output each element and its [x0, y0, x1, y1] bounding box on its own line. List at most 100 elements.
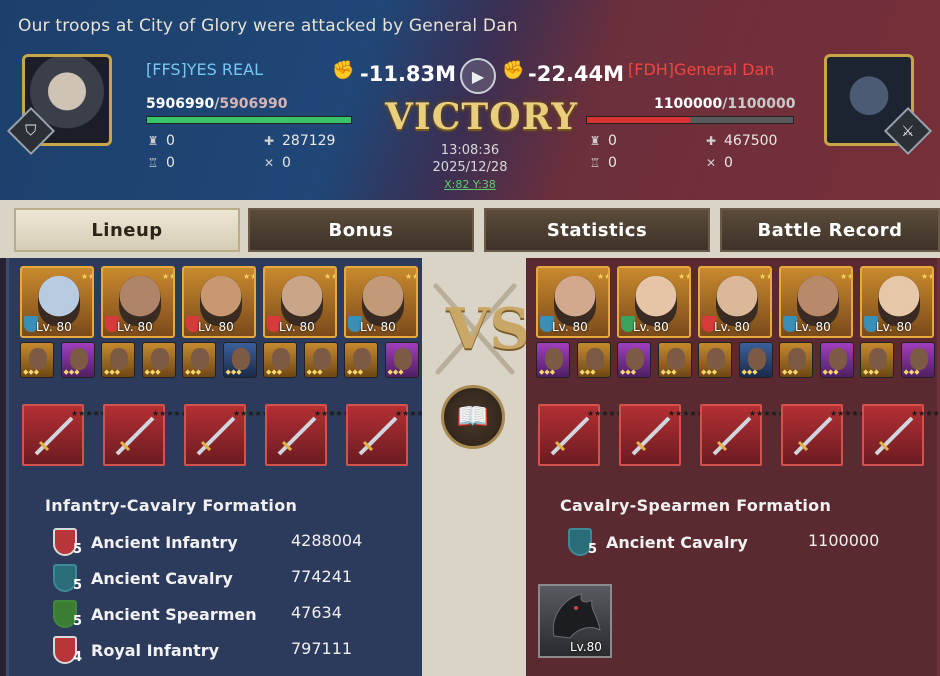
star-rating-icon: ◆◆◆	[225, 368, 242, 376]
battle-coords-link[interactable]: X:82 Y:38	[420, 178, 520, 191]
star-rating-icon: ◆◆◆	[822, 368, 839, 376]
defender-hp-bar	[586, 116, 794, 124]
star-rating-icon: ★★★★★	[395, 409, 431, 418]
equipment-slot[interactable]: ★★★★★	[862, 404, 940, 466]
troop-tier: 5	[588, 542, 598, 557]
hero-card[interactable]: ★★★★★ Lv. 80	[101, 266, 175, 338]
hero-card[interactable]: ★★★★★ Lv. 80	[698, 266, 772, 338]
weapon-icon	[550, 416, 590, 456]
mini-portrait	[231, 348, 250, 370]
defender-hp-current: 1100000	[654, 96, 723, 112]
tab-battle-record[interactable]: Battle Record	[720, 208, 940, 252]
equipment-slot[interactable]: ★★★★★	[619, 404, 704, 466]
equipment-slot[interactable]: ★★★★★	[184, 404, 269, 466]
troop-count: 797111	[291, 639, 353, 658]
helmet-icon: ♜	[589, 134, 601, 148]
troop-tier: 5	[73, 542, 83, 557]
hero-card[interactable]: ★★★★★ Lv. 80	[536, 266, 610, 338]
star-rating-icon: ★★★★★	[668, 409, 704, 418]
hero-card[interactable]: ★★★★★ Lv. 80	[182, 266, 256, 338]
hero-level: Lv. 80	[279, 320, 315, 334]
weapon-icon	[358, 416, 398, 456]
star-rating-icon: ★★★★★	[162, 272, 175, 281]
equipment-slot[interactable]: ★★★★★	[346, 404, 431, 466]
tab-lineup[interactable]: Lineup	[14, 208, 240, 252]
hero-level: Lv. 80	[198, 320, 234, 334]
equipment-slot[interactable]: ★★★★★	[781, 404, 866, 466]
star-rating-icon: ◆◆◆	[387, 368, 404, 376]
defender-formation: Cavalry-Spearmen Formation	[560, 496, 832, 515]
tab-bonus[interactable]: Bonus	[248, 208, 474, 252]
battle-report: Our troops at City of Glory were attacke…	[0, 0, 940, 676]
skill-hero-icon[interactable]: ◆◆◆	[141, 342, 176, 378]
tower-icon: ♖	[147, 156, 159, 170]
weapon-icon	[712, 416, 752, 456]
skill-hero-icon[interactable]: ◆◆◆	[60, 342, 95, 378]
skill-hero-icon[interactable]: ◆◆◆	[20, 342, 54, 378]
star-rating-icon: ◆◆◆	[347, 368, 364, 376]
skill-hero-icon[interactable]: ◆◆◆	[384, 342, 419, 378]
skill-hero-icon[interactable]: ◆◆◆	[344, 342, 378, 378]
play-replay-button[interactable]: ▶	[460, 58, 496, 94]
battle-time: 13:08:36	[440, 143, 500, 158]
troop-name: Ancient Spearmen	[91, 605, 257, 624]
skill-hero-icon[interactable]: ◆◆◆	[860, 342, 894, 378]
attacker-name[interactable]: [FFS]YES REAL	[146, 60, 263, 79]
star-rating-icon: ◆◆◆	[104, 368, 121, 376]
skill-hero-icon[interactable]: ◆◆◆	[779, 342, 813, 378]
hero-card[interactable]: ★★★★★ Lv. 80	[617, 266, 691, 338]
defender-name[interactable]: [FDH]General Dan	[628, 60, 774, 79]
star-rating-icon: ◆◆◆	[782, 368, 799, 376]
equipment-slot[interactable]: ★★★★★	[700, 404, 785, 466]
star-rating-icon: ★★★★★	[152, 409, 188, 418]
hero-portrait	[878, 276, 920, 326]
weapon-icon	[34, 416, 74, 456]
hero-level: Lv. 80	[714, 320, 750, 334]
star-rating-icon: ★★★★★	[749, 409, 785, 418]
hero-card[interactable]: ★★★★★ Lv. 80	[344, 266, 418, 338]
hero-card[interactable]: ★★★★★ Lv. 80	[860, 266, 934, 338]
skill-hero-icon[interactable]: ◆◆◆	[900, 342, 935, 378]
attacker-stat-tower: ♖ 0	[147, 155, 175, 171]
battle-header: Our troops at City of Glory were attacke…	[0, 0, 940, 200]
hero-portrait	[554, 276, 596, 326]
star-rating-icon: ★★★★★	[81, 272, 94, 281]
star-rating-icon: ◆◆◆	[863, 368, 880, 376]
hero-card[interactable]: ★★★★★ Lv. 80	[20, 266, 94, 338]
hero-level: Lv. 80	[36, 320, 72, 334]
power-fist-icon: ✊	[332, 60, 355, 81]
troop-count: 774241	[291, 567, 353, 586]
skill-hero-icon[interactable]: ◆◆◆	[263, 342, 297, 378]
skill-hero-icon[interactable]: ◆◆◆	[536, 342, 570, 378]
skill-hero-icon[interactable]: ◆◆◆	[182, 342, 216, 378]
skill-hero-icon[interactable]: ◆◆◆	[576, 342, 611, 378]
battle-analysis-book-button[interactable]: 📖	[441, 385, 505, 449]
star-rating-icon: ◆◆◆	[185, 368, 202, 376]
skill-hero-icon[interactable]: ◆◆◆	[698, 342, 732, 378]
hero-portrait	[38, 276, 80, 326]
dragon-pet-card[interactable]: Lv.80	[538, 584, 612, 658]
star-rating-icon: ★★★★★	[921, 272, 934, 281]
equipment-slot[interactable]: ★★★★★	[538, 404, 623, 466]
weapon-icon	[115, 416, 155, 456]
tab-statistics[interactable]: Statistics	[484, 208, 710, 252]
star-rating-icon: ◆◆◆	[903, 368, 920, 376]
hero-portrait	[716, 276, 758, 326]
attacker-hp-bar	[146, 116, 352, 124]
hero-card[interactable]: ★★★★★ Lv. 80	[779, 266, 853, 338]
skill-hero-icon[interactable]: ◆◆◆	[738, 342, 773, 378]
skill-hero-icon[interactable]: ◆◆◆	[819, 342, 854, 378]
hero-card[interactable]: ★★★★★ Lv. 80	[263, 266, 337, 338]
equipment-slot[interactable]: ★★★★★	[103, 404, 188, 466]
mini-portrait	[909, 348, 928, 370]
crossed-swords-icon: ✕	[263, 156, 275, 170]
equipment-slot[interactable]: ★★★★★	[265, 404, 350, 466]
equipment-slot[interactable]: ★★★★★	[22, 404, 107, 466]
attacker-hp-current: 5906990	[146, 96, 215, 112]
star-rating-icon: ★★★★★	[840, 272, 853, 281]
skill-hero-icon[interactable]: ◆◆◆	[222, 342, 257, 378]
skill-hero-icon[interactable]: ◆◆◆	[617, 342, 651, 378]
skill-hero-icon[interactable]: ◆◆◆	[303, 342, 338, 378]
skill-hero-icon[interactable]: ◆◆◆	[657, 342, 692, 378]
skill-hero-icon[interactable]: ◆◆◆	[101, 342, 135, 378]
